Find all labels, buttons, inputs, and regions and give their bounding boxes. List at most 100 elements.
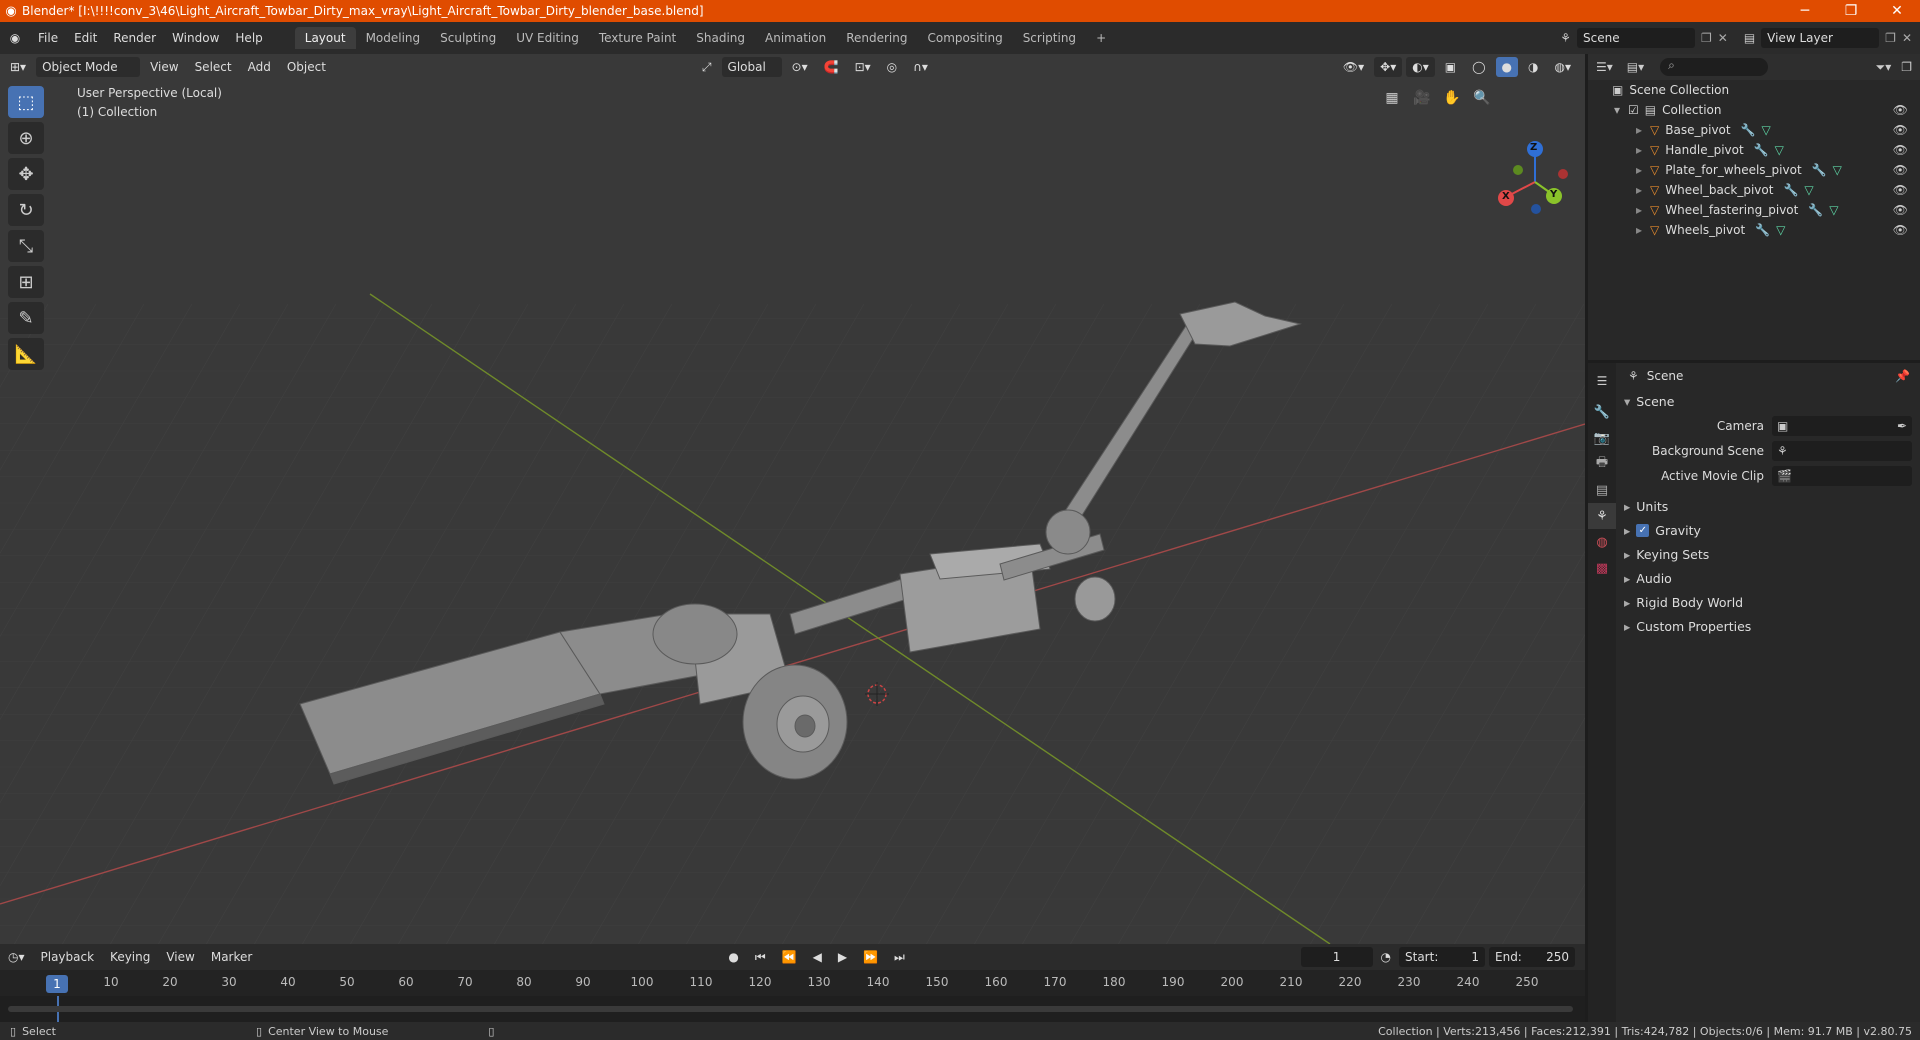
mesh-data-icon[interactable]: ▽ [1775, 143, 1784, 157]
play-reverse-icon[interactable]: ◀ [805, 950, 830, 964]
collapse-arrow-icon[interactable]: ▸ [1624, 547, 1630, 562]
properties-editor-icon[interactable]: ☰ [1588, 363, 1616, 399]
scene-icon[interactable]: ⚘ [1560, 31, 1571, 45]
pan-hand-icon[interactable]: ✋ [1438, 84, 1466, 112]
cursor-icon[interactable]: ⊕ [8, 122, 44, 154]
expand-arrow-icon[interactable]: ▸ [1636, 183, 1642, 197]
maximize-button[interactable]: ❐ [1828, 3, 1874, 19]
tab-sculpting[interactable]: Sculpting [430, 27, 506, 49]
close-button[interactable]: ✕ [1874, 3, 1920, 19]
gizmo-x-label[interactable]: X [1502, 191, 1510, 202]
collapse-arrow-icon[interactable]: ▸ [1624, 571, 1630, 586]
mesh-data-icon[interactable]: ▽ [1833, 163, 1842, 177]
expand-arrow-icon[interactable]: ▸ [1636, 163, 1642, 177]
view-layer-icon[interactable]: ▤ [1744, 31, 1755, 45]
panel-custom-properties[interactable]: ▸ Custom Properties [1616, 614, 1920, 638]
editor-type-icon[interactable]: ⊞▾ [4, 57, 32, 77]
pin-icon[interactable]: 📌 [1895, 369, 1910, 383]
outliner-item-base-pivot[interactable]: ▸ ▽ Base_pivot 🔧 ▽ 👁 [1588, 120, 1920, 140]
expand-arrow-icon[interactable]: ▾ [1624, 394, 1630, 409]
timeline-body[interactable] [0, 996, 1585, 1022]
display-mode-icon[interactable]: ▤▾ [1627, 60, 1644, 74]
render-tab-icon[interactable]: 📷 [1588, 425, 1616, 451]
pivot-icon[interactable]: ⊙▾ [786, 57, 814, 77]
menu-view[interactable]: View [144, 57, 184, 77]
playhead-frame[interactable]: 1 [46, 975, 68, 993]
expand-arrow-icon[interactable]: ▸ [1636, 143, 1642, 157]
end-frame-field[interactable]: End: 250 [1489, 947, 1575, 967]
eyedropper-icon[interactable]: ✒ [1897, 419, 1907, 433]
next-keyframe-icon[interactable]: ⏩ [855, 950, 886, 964]
tab-modeling[interactable]: Modeling [356, 27, 431, 49]
snap-target-icon[interactable]: ⊡▾ [849, 57, 877, 77]
zoom-icon[interactable]: 🔍 [1468, 84, 1496, 112]
panel-units[interactable]: ▸ Units [1616, 494, 1920, 518]
menu-window[interactable]: Window [164, 27, 227, 49]
tab-texture-paint[interactable]: Texture Paint [589, 27, 686, 49]
add-workspace-icon[interactable]: + [1086, 27, 1116, 49]
mesh-data-icon[interactable]: ▽ [1829, 203, 1838, 217]
mesh-data-icon[interactable]: ▽ [1776, 223, 1785, 237]
remove-view-layer-icon[interactable]: ✕ [1902, 31, 1912, 45]
outliner-search-input[interactable]: ⌕ [1660, 58, 1769, 76]
jump-start-icon[interactable]: ⏮ [747, 950, 774, 965]
mode-selector[interactable]: Object Mode [36, 57, 141, 77]
tab-scripting[interactable]: Scripting [1013, 27, 1086, 49]
eye-icon[interactable]: 👁 [1893, 183, 1908, 197]
modifier-wrench-icon[interactable]: 🔧 [1755, 223, 1770, 237]
timeline-scrollbar[interactable] [8, 1006, 1573, 1012]
panel-audio[interactable]: ▸ Audio [1616, 566, 1920, 590]
falloff-icon[interactable]: ∩▾ [907, 57, 934, 77]
expand-arrow-icon[interactable]: ▸ [1636, 123, 1642, 137]
menu-render[interactable]: Render [105, 27, 164, 49]
rotate-icon[interactable]: ↻ [8, 194, 44, 226]
filter-icon[interactable]: ⏷▾ [1876, 60, 1892, 75]
gizmo-toggle-icon[interactable]: ✥▾ [1374, 57, 1403, 77]
visibility-icon[interactable]: 👁▾ [1337, 57, 1370, 77]
checkbox-icon[interactable]: ☑ [1628, 103, 1639, 117]
new-scene-icon[interactable]: ❐ [1701, 31, 1712, 45]
menu-file[interactable]: File [30, 27, 66, 49]
camera-view-icon[interactable]: 🎥 [1408, 84, 1436, 112]
menu-select[interactable]: Select [189, 57, 238, 77]
remove-scene-icon[interactable]: ✕ [1718, 31, 1728, 45]
collapse-arrow-icon[interactable]: ▸ [1624, 499, 1630, 514]
new-view-layer-icon[interactable]: ❐ [1885, 31, 1896, 45]
menu-timeline-view[interactable]: View [158, 950, 202, 964]
menu-add[interactable]: Add [242, 57, 277, 77]
mesh-data-icon[interactable]: ▽ [1804, 183, 1813, 197]
modifier-wrench-icon[interactable]: 🔧 [1808, 203, 1823, 217]
record-icon[interactable]: ● [720, 950, 746, 964]
texture-tab-icon[interactable]: ▩ [1588, 555, 1616, 581]
modifier-wrench-icon[interactable]: 🔧 [1741, 123, 1756, 137]
outliner-collection[interactable]: ▾ ☑ ▤ Collection 👁 [1588, 100, 1920, 120]
move-icon[interactable]: ✥ [8, 158, 44, 190]
outliner-item-wheel-back-pivot[interactable]: ▸ ▽ Wheel_back_pivot 🔧 ▽ 👁 [1588, 180, 1920, 200]
frame-ruler[interactable]: 1 10 20 30 40 50 60 70 80 90 100 110 120… [0, 970, 1585, 996]
start-frame-field[interactable]: Start: 1 [1399, 947, 1485, 967]
outliner-scene-collection[interactable]: ▣ Scene Collection [1588, 80, 1920, 100]
menu-marker[interactable]: Marker [203, 950, 260, 964]
menu-edit[interactable]: Edit [66, 27, 105, 49]
annotate-icon[interactable]: ✎ [8, 302, 44, 334]
play-icon[interactable]: ▶ [830, 950, 855, 964]
menu-keying[interactable]: Keying [102, 950, 158, 964]
wireframe-shading-icon[interactable]: ◯ [1466, 57, 1491, 77]
active-movie-clip-field[interactable]: 🎬 [1772, 465, 1912, 486]
expand-arrow-icon[interactable]: ▸ [1636, 203, 1642, 217]
outliner-item-handle-pivot[interactable]: ▸ ▽ Handle_pivot 🔧 ▽ 👁 [1588, 140, 1920, 160]
mesh-data-icon[interactable]: ▽ [1762, 123, 1771, 137]
eye-icon[interactable]: 👁 [1893, 103, 1908, 117]
menu-help[interactable]: Help [227, 27, 270, 49]
tab-animation[interactable]: Animation [755, 27, 836, 49]
proportional-edit-icon[interactable]: ◎ [881, 57, 903, 77]
eye-icon[interactable]: 👁 [1893, 163, 1908, 177]
gizmo-y-label[interactable]: Y [1550, 189, 1557, 200]
tab-compositing[interactable]: Compositing [917, 27, 1012, 49]
modifier-wrench-icon[interactable]: 🔧 [1783, 183, 1798, 197]
perspective-toggle-icon[interactable]: ▦ [1378, 84, 1406, 112]
modifier-wrench-icon[interactable]: 🔧 [1754, 143, 1769, 157]
scale-icon[interactable]: ⤡ [8, 230, 44, 262]
collapse-arrow-icon[interactable]: ▸ [1624, 523, 1630, 538]
solid-shading-icon[interactable]: ● [1495, 57, 1519, 77]
